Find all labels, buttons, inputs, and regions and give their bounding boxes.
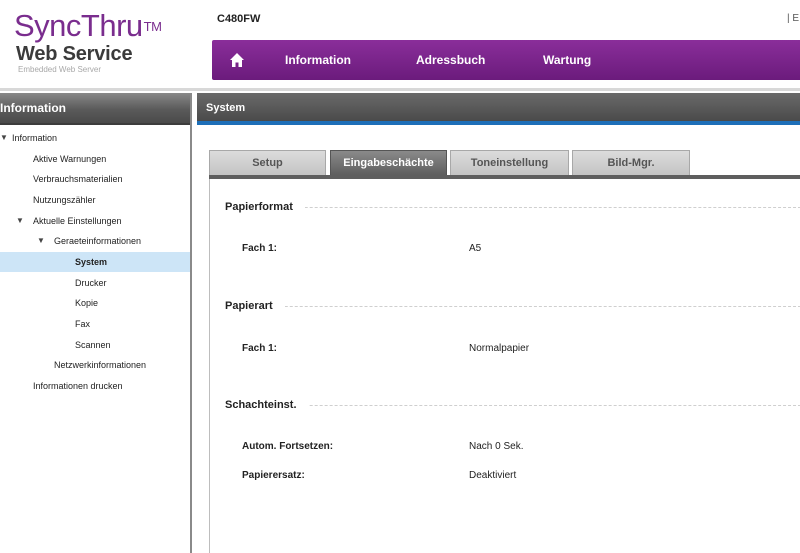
tree-item-label: Kopie xyxy=(75,298,99,308)
field-label-papierersatz: Papierersatz: xyxy=(242,470,305,481)
tree-item-drucker[interactable]: Drucker xyxy=(0,273,190,293)
section-divider xyxy=(225,207,800,208)
tree-item-label: Fax xyxy=(75,319,91,329)
field-value-papierersatz: Deaktiviert xyxy=(469,470,517,481)
tab-eingabeschaechte[interactable]: Eingabeschächte xyxy=(330,150,447,175)
logo-subtitle: Web Service xyxy=(16,43,133,65)
tree-item-label: Drucker xyxy=(75,278,107,288)
field-value-fach1-format: A5 xyxy=(469,243,482,254)
section-divider xyxy=(225,306,800,307)
tree-item-label: Aktuelle Einstellungen xyxy=(33,216,122,226)
tree-item-nutzungszaehler[interactable]: Nutzungszähler xyxy=(0,190,190,210)
home-icon[interactable] xyxy=(229,52,245,68)
device-model: C480FW xyxy=(217,13,261,25)
main-navbar: Information Adressbuch Wartung xyxy=(212,40,800,80)
sidebar: Information ▼ Information Aktive Warnung… xyxy=(0,93,192,553)
nav-wartung[interactable]: Wartung xyxy=(543,53,591,67)
field-label-fach1-art: Fach 1: xyxy=(242,343,278,354)
tree-item-aktuelle-einstellungen[interactable]: ▼ Aktuelle Einstellungen xyxy=(0,211,190,231)
expand-triangle-icon[interactable]: ▼ xyxy=(16,211,24,231)
logo-wordmark: SyncThruTM xyxy=(14,8,162,43)
tree-item-scannen[interactable]: Scannen xyxy=(0,335,190,355)
field-value-autom-fortsetzen: Nach 0 Sek. xyxy=(469,441,524,452)
field-label-fach1-format: Fach 1: xyxy=(242,243,278,254)
top-right-link[interactable]: | E xyxy=(787,13,799,24)
sidebar-title-bar xyxy=(0,123,190,125)
tree-item-fax[interactable]: Fax xyxy=(0,314,190,334)
section-divider xyxy=(225,405,800,406)
tree-item-label: Geraeteinformationen xyxy=(54,236,142,246)
nav-adressbuch[interactable]: Adressbuch xyxy=(416,53,485,67)
tab-bild-mgr[interactable]: Bild-Mgr. xyxy=(572,150,690,175)
sidebar-title: Information xyxy=(0,93,190,123)
tree-item-geraeteinformationen[interactable]: ▼ Geraeteinformationen xyxy=(0,231,190,251)
tree-item-label: Netzwerkinformationen xyxy=(54,360,147,370)
main-panel: System Setup Eingabeschächte Toneinstell… xyxy=(197,93,800,553)
expand-triangle-icon[interactable]: ▼ xyxy=(0,128,8,148)
tree-item-system[interactable]: System xyxy=(0,252,190,272)
tab-setup[interactable]: Setup xyxy=(209,150,326,175)
tree-item-label: Verbrauchsmaterialien xyxy=(33,174,123,184)
header-divider xyxy=(0,88,800,91)
tree-item-label: Nutzungszähler xyxy=(33,195,96,205)
main-body: Setup Eingabeschächte Toneinstellung Bil… xyxy=(197,125,800,553)
tab-content: Papierformat Fach 1: A5 Papierart Fach 1… xyxy=(209,179,800,553)
syncthru-logo[interactable]: SyncThruTM Web Service Embedded Web Serv… xyxy=(14,8,162,75)
tree-item-label: Informationen drucken xyxy=(33,381,123,391)
expand-triangle-icon[interactable]: ▼ xyxy=(37,231,45,251)
tree-item-label: System xyxy=(75,257,108,267)
header: SyncThruTM Web Service Embedded Web Serv… xyxy=(0,0,800,92)
field-value-fach1-art: Normalpapier xyxy=(469,343,530,354)
nav-information[interactable]: Information xyxy=(285,53,351,67)
section-title-schachteinst: Schachteinst. xyxy=(225,399,309,411)
tree-item-information[interactable]: ▼ Information xyxy=(0,128,190,148)
section-title-papierformat: Papierformat xyxy=(225,201,305,213)
tab-toneinstellung[interactable]: Toneinstellung xyxy=(450,150,569,175)
tree-item-kopie[interactable]: Kopie xyxy=(0,293,190,313)
tree-item-informationen-drucken[interactable]: Informationen drucken xyxy=(0,376,190,396)
tree-item-label: Scannen xyxy=(75,340,111,350)
page-title: System xyxy=(197,93,800,121)
tree-item-netzwerkinformationen[interactable]: Netzwerkinformationen xyxy=(0,355,190,375)
tree-item-label: Aktive Warnungen xyxy=(33,154,107,164)
tree-item-label: Information xyxy=(12,133,58,143)
field-label-autom-fortsetzen: Autom. Fortsetzen: xyxy=(242,441,334,452)
section-title-papierart: Papierart xyxy=(225,300,285,312)
logo-tagline: Embedded Web Server xyxy=(18,65,102,74)
tree-item-verbrauchsmaterialien[interactable]: Verbrauchsmaterialien xyxy=(0,169,190,189)
tree-item-aktive-warnungen[interactable]: Aktive Warnungen xyxy=(0,149,190,169)
